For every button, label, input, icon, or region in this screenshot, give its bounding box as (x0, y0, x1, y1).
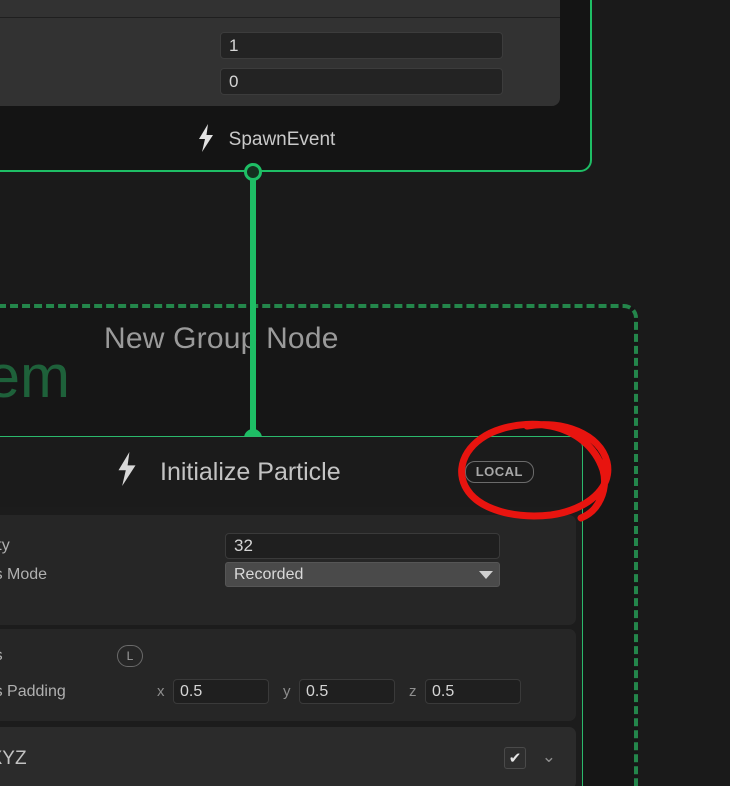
chevron-down-icon (479, 570, 493, 579)
axis-x-label: x (157, 683, 165, 700)
spawn-event-header[interactable]: SpawnEvent (0, 106, 590, 170)
spawn-event-title: SpawnEvent (228, 129, 336, 150)
capacity-input[interactable]: 32 (225, 533, 500, 559)
bounds-row: ounds L (0, 641, 576, 671)
shape-block-header[interactable]: gle.XYZ ✔ ⌄ (0, 727, 576, 786)
lightning-bolt-icon (197, 124, 215, 156)
axis-z-label: z (409, 683, 417, 700)
panel-divider (0, 17, 560, 18)
bounds-padding-z-input[interactable]: 0.5 (425, 679, 521, 704)
bounds-mode-value: Recorded (234, 565, 304, 583)
shape-block-row: gle.XYZ (0, 744, 576, 774)
bounds-label: ounds (0, 647, 3, 665)
connection-wire (250, 168, 256, 442)
initialize-particle-header[interactable]: Initialize Particle LOCAL (0, 437, 582, 507)
bounds-mode-label: ounds Mode (0, 566, 48, 583)
axis-y-label: y (283, 683, 291, 700)
spawn-event-properties-panel: ount 1 elay 0 (0, 0, 560, 106)
capacity-label: apacity (0, 537, 10, 554)
local-space-indicator-icon[interactable]: L (117, 645, 143, 667)
shape-block-label: gle.XYZ (0, 748, 27, 769)
delay-input[interactable]: 0 (220, 68, 503, 95)
initialize-particle-title: Initialize Particle (160, 457, 341, 486)
bounds-block: ounds L ounds Padding x 0.5 y 0.5 z 0.5 (0, 629, 576, 721)
bounds-mode-dropdown[interactable]: Recorded (225, 562, 500, 587)
bounds-padding-y-input[interactable]: 0.5 (299, 679, 395, 704)
shape-block-checkbox[interactable]: ✔ (504, 747, 526, 769)
bounds-padding-x-input[interactable]: 0.5 (173, 679, 269, 704)
initialize-particle-node[interactable]: Initialize Particle LOCAL apacity 32 oun… (0, 436, 583, 786)
shape-block-chevron-down-icon[interactable]: ⌄ (542, 747, 556, 767)
lightning-bolt-icon (116, 452, 138, 492)
group-node-title: New Group Node (104, 322, 339, 355)
spawn-event-output-port[interactable] (244, 163, 262, 181)
local-space-badge[interactable]: LOCAL (464, 461, 534, 483)
spawn-event-node[interactable]: ount 1 elay 0 SpawnEvent (0, 0, 592, 172)
vfx-graph-canvas[interactable]: New Group Node stem ount 1 elay 0 SpawnE… (0, 0, 730, 786)
count-input[interactable]: 1 (220, 32, 503, 59)
bounds-padding-label: ounds Padding (0, 683, 66, 700)
capacity-block: apacity 32 ounds Mode Recorded (0, 515, 576, 625)
bounds-padding-vector: x 0.5 y 0.5 z 0.5 (155, 679, 533, 704)
